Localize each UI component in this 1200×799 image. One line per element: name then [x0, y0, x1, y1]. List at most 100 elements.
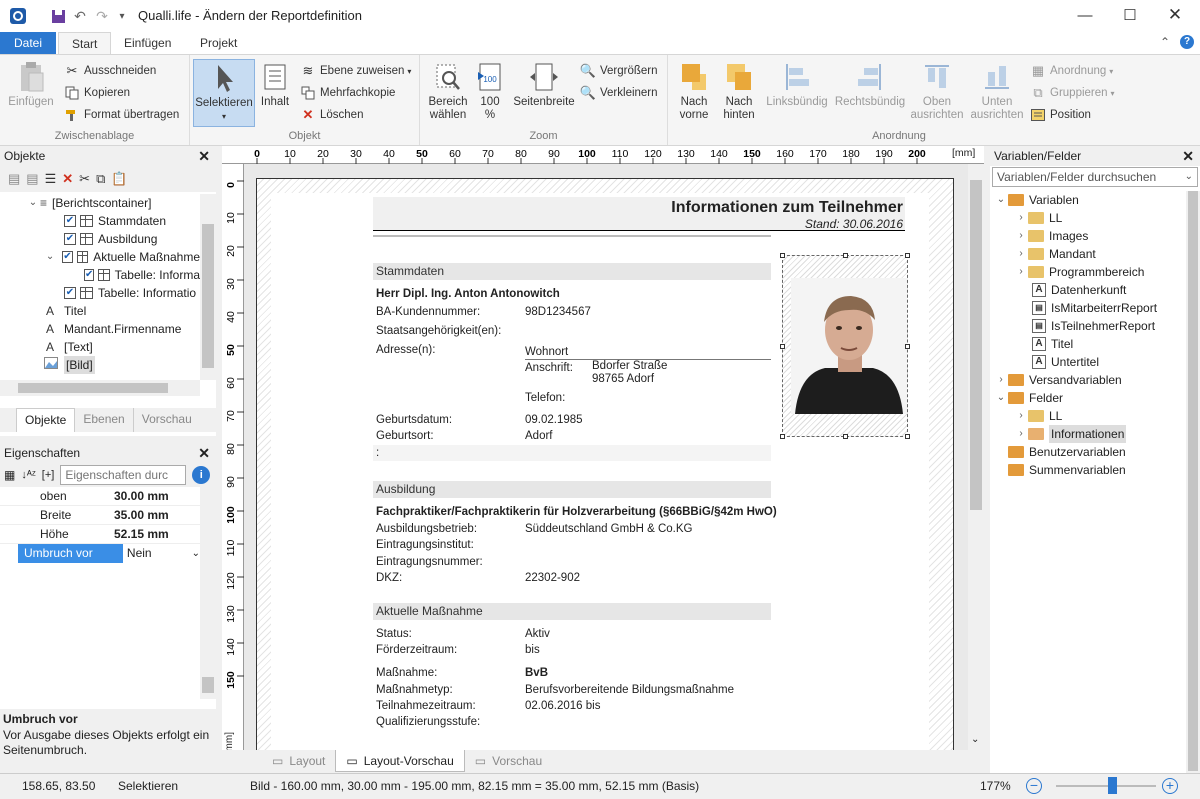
collapsed-arrow-icon[interactable]: › — [1014, 263, 1028, 281]
collapsed-arrow-icon[interactable]: › — [1014, 209, 1028, 227]
tree-item-stammdaten[interactable]: ✔ Stammdaten — [0, 212, 200, 230]
tab-start[interactable]: Start — [58, 32, 112, 54]
expanded-arrow-icon[interactable]: ⌄ — [994, 191, 1008, 209]
resize-handle[interactable] — [905, 344, 910, 349]
zoom-area-button[interactable]: Bereich wählen — [424, 61, 472, 122]
tab-preview[interactable]: ▭ Vorschau — [465, 750, 552, 772]
tree-item-table-informa[interactable]: ✔ Tabelle: Informa — [0, 266, 200, 284]
sort-az-icon[interactable]: ↓ᴬᶻ — [21, 469, 35, 481]
tree-item-bild[interactable]: [Bild] — [0, 356, 200, 374]
properties-close-icon[interactable]: ✕ — [198, 445, 210, 462]
collapsed-arrow-icon[interactable]: › — [994, 371, 1008, 389]
variables-search-input[interactable]: Variablen/Felder durchsuchen ⌄ — [992, 167, 1198, 187]
objects-close-icon[interactable]: ✕ — [198, 148, 210, 165]
properties-icon[interactable]: ☰ — [45, 171, 57, 187]
collapse-ribbon-icon[interactable]: ⌃ — [1160, 35, 1170, 49]
prop-value[interactable]: 35.00 mm — [110, 506, 169, 524]
resize-handle[interactable] — [905, 253, 910, 258]
redo-icon[interactable]: ↷ — [92, 6, 112, 26]
resize-handle[interactable] — [843, 253, 848, 258]
cut-object-icon[interactable]: ✂ — [79, 171, 90, 187]
tab-file[interactable]: Datei — [0, 32, 56, 54]
expand-icon[interactable]: [+] — [42, 469, 55, 481]
var-item-variablen[interactable]: ⌄ Variablen — [990, 191, 1190, 209]
align-right-button[interactable]: Rechtsbündig — [834, 61, 906, 109]
copy-object-icon[interactable]: ⧉ — [96, 171, 105, 187]
format-painter-button[interactable]: Format übertragen — [64, 105, 179, 125]
tab-insert[interactable]: Einfügen — [111, 32, 184, 54]
resize-handle[interactable] — [780, 434, 785, 439]
prop-row-breite[interactable]: Breite 35.00 mm — [0, 506, 200, 525]
group-button[interactable]: ⧉ Gruppieren ▾ — [1030, 83, 1114, 103]
section-ausbildung[interactable]: Ausbildung — [373, 481, 771, 498]
objects-scrollbar[interactable] — [200, 194, 216, 380]
var-item-titel[interactable]: A Titel — [990, 335, 1190, 353]
undo-icon[interactable]: ↶ — [70, 6, 90, 26]
tab-layout[interactable]: ▭ Layout — [262, 750, 335, 772]
var-item-benutzer[interactable]: Benutzervariablen — [990, 443, 1190, 461]
resize-handle[interactable] — [843, 434, 848, 439]
help-icon[interactable]: ? — [1180, 35, 1194, 49]
prop-value[interactable]: 52.15 mm — [110, 525, 169, 543]
expanded-arrow-icon[interactable]: ⌄ — [994, 389, 1008, 407]
collapsed-arrow-icon[interactable]: › — [1014, 407, 1028, 425]
close-button[interactable]: ✕ — [1152, 0, 1198, 30]
search-dropdown-icon[interactable]: ⌄ — [1185, 168, 1193, 186]
info-icon[interactable]: i — [192, 466, 211, 484]
var-item-felder[interactable]: ⌄ Felder — [990, 389, 1190, 407]
send-back-button[interactable]: Nach hinten — [718, 61, 760, 122]
zoom-slider[interactable] — [1056, 785, 1156, 787]
section-aktuelle-massnahme[interactable]: Aktuelle Maßnahme — [373, 603, 771, 620]
properties-search-input[interactable] — [60, 465, 187, 485]
copy-button[interactable]: Kopieren — [64, 83, 130, 103]
toolbar-icon-1[interactable]: ▤ — [8, 171, 20, 187]
tree-item-massnahme[interactable]: ⌄ ✔ Aktuelle Maßnahme — [0, 248, 200, 266]
assign-layer-button[interactable]: ≋ Ebene zuweisen ▾ — [300, 61, 412, 81]
collapsed-arrow-icon[interactable]: › — [1014, 227, 1028, 245]
tree-item-mandant[interactable]: A Mandant.Firmenname — [0, 320, 200, 338]
expanded-arrow-icon[interactable]: ⌄ — [26, 194, 40, 212]
cut-button[interactable]: ✂ Ausschneiden — [64, 61, 157, 81]
design-vscrollbar[interactable]: ⌄ — [968, 164, 984, 750]
tab-project[interactable]: Projekt — [187, 32, 250, 54]
var-item-ismitarbeiter[interactable]: ▤ IsMitarbeiterrReport — [990, 299, 1190, 317]
var-item-informationen[interactable]: › Informationen — [990, 425, 1190, 443]
variables-close-icon[interactable]: ✕ — [1182, 148, 1194, 165]
zoom-slider-thumb[interactable] — [1108, 777, 1117, 794]
align-top-button[interactable]: Oben ausrichten — [908, 61, 966, 122]
delete-object-icon[interactable]: ✕ — [62, 171, 73, 187]
var-item-mandant[interactable]: › Mandant — [990, 245, 1190, 263]
zoom-out-button[interactable]: 🔍 Verkleinern — [580, 83, 658, 103]
resize-handle[interactable] — [905, 434, 910, 439]
collapsed-arrow-icon[interactable]: › — [1014, 425, 1028, 443]
bring-front-button[interactable]: Nach vorne — [674, 61, 714, 122]
align-left-button[interactable]: Linksbündig — [764, 61, 830, 109]
minimize-button[interactable]: — — [1062, 0, 1108, 30]
align-bottom-button[interactable]: Unten ausrichten — [968, 61, 1026, 122]
checkbox-icon[interactable]: ✔ — [64, 233, 76, 245]
maximize-button[interactable]: ☐ — [1107, 0, 1153, 30]
save-icon[interactable] — [48, 6, 68, 26]
image-object-selected[interactable] — [780, 253, 910, 439]
expanded-arrow-icon[interactable]: ⌄ — [44, 248, 56, 266]
tree-item-text[interactable]: A [Text] — [0, 338, 200, 356]
position-button[interactable]: Position — [1030, 105, 1091, 125]
properties-scrollbar[interactable] — [200, 487, 216, 699]
tree-item-titel[interactable]: A Titel — [0, 302, 200, 320]
section-stammdaten[interactable]: Stammdaten — [373, 263, 771, 280]
var-item-isteilnehmer[interactable]: ▤ IsTeilnehmerReport — [990, 317, 1190, 335]
checkbox-icon[interactable]: ✔ — [84, 269, 95, 281]
paste-button[interactable]: Einfügen — [6, 61, 56, 109]
paste-object-icon[interactable]: 📋 — [111, 171, 127, 187]
quick-access-dropdown-icon[interactable]: ▾ — [112, 6, 132, 26]
dropdown-arrow-icon[interactable]: ⌄ — [192, 544, 200, 563]
prop-row-oben[interactable]: oben 30.00 mm — [0, 487, 200, 506]
delete-button[interactable]: ✕ Löschen — [300, 105, 364, 125]
tab-vorschau-panel[interactable]: Vorschau — [132, 408, 200, 432]
var-item-summen[interactable]: Summenvariablen — [990, 461, 1190, 479]
checkbox-icon[interactable]: ✔ — [64, 215, 76, 227]
resize-handle[interactable] — [780, 253, 785, 258]
tab-ebenen[interactable]: Ebenen — [75, 408, 132, 432]
objects-hscrollbar[interactable] — [0, 380, 200, 396]
checkbox-icon[interactable]: ✔ — [64, 287, 76, 299]
